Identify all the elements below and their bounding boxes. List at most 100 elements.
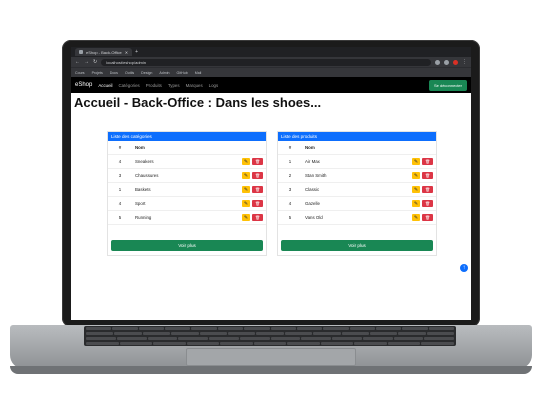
nav-link-types[interactable]: Types [168, 83, 180, 88]
browser-tab-bar: eShop - Back-Office ✕ + [71, 47, 471, 57]
column-header-name: Nom [305, 145, 315, 150]
pencil-icon[interactable]: ✎ [412, 186, 420, 193]
row-id: 4 [118, 159, 122, 164]
pencil-icon[interactable]: ✎ [412, 158, 420, 165]
see-more-button[interactable]: Voir plus [111, 240, 263, 251]
scroll-top-icon[interactable]: ↑ [460, 264, 468, 272]
pencil-icon[interactable]: ✎ [242, 172, 250, 179]
table-row: 5 Vans Old ✎ 🗑 [278, 211, 436, 225]
pencil-icon[interactable]: ✎ [412, 172, 420, 179]
nav-link-products[interactable]: Produits [146, 83, 162, 88]
table-row: 5 Running ✎ 🗑 [108, 211, 266, 225]
close-icon[interactable]: ✕ [125, 50, 128, 55]
row-name: Sneakers [135, 159, 154, 164]
row-id: 5 [288, 215, 292, 220]
favicon-icon [79, 50, 83, 54]
row-name: Baskets [135, 187, 151, 192]
bookmark-item[interactable]: Projets [92, 71, 103, 75]
reload-icon[interactable]: ↻ [93, 59, 97, 65]
products-card: Liste des produits # Nom 1 Air Max ✎ 🗑 2 … [277, 131, 437, 256]
bookmarks-bar: Cours Projets Docs Outils Design Admin G… [71, 67, 471, 77]
bookmark-item[interactable]: Outils [125, 71, 134, 75]
pencil-icon[interactable]: ✎ [242, 186, 250, 193]
row-id: 2 [288, 173, 292, 178]
trash-icon[interactable]: 🗑 [422, 186, 433, 193]
bookmark-item[interactable]: Design [141, 71, 152, 75]
row-id: 5 [118, 215, 122, 220]
row-name: Gazelle [305, 201, 320, 206]
trash-icon[interactable]: 🗑 [252, 200, 263, 207]
row-name: Air Max [305, 159, 320, 164]
extension-icon[interactable] [444, 59, 449, 65]
pencil-icon[interactable]: ✎ [412, 214, 420, 221]
forward-icon[interactable]: → [84, 59, 89, 65]
url-field[interactable]: localhost/eshop/admin [101, 58, 431, 66]
see-more-button[interactable]: Voir plus [281, 240, 433, 251]
table-row: 2 Stan Smith ✎ 🗑 [278, 169, 436, 183]
column-header-id: # [288, 145, 292, 150]
logout-button[interactable]: Se déconnecter [428, 79, 467, 91]
extension-icon[interactable] [435, 59, 440, 65]
row-id: 4 [118, 201, 122, 206]
page-title: Accueil - Back-Office : Dans les shoes..… [74, 95, 322, 110]
tab-title: eShop - Back-Office [86, 49, 122, 55]
laptop-keyboard [84, 326, 456, 346]
trash-icon[interactable]: 🗑 [422, 200, 433, 207]
laptop-base-edge [10, 366, 532, 374]
pencil-icon[interactable]: ✎ [242, 200, 250, 207]
pencil-icon[interactable]: ✎ [412, 200, 420, 207]
table-row: 1 Baskets ✎ 🗑 [108, 183, 266, 197]
nav-link-home[interactable]: Accueil [98, 83, 112, 88]
pencil-icon[interactable]: ✎ [242, 158, 250, 165]
address-bar: ← → ↻ localhost/eshop/admin ⋮ [71, 57, 471, 67]
column-header-id: # [118, 145, 122, 150]
profile-icon[interactable] [453, 59, 458, 65]
table-row: 4 Gazelle ✎ 🗑 [278, 197, 436, 211]
nav-link-logs[interactable]: Logs [209, 83, 219, 88]
laptop-trackpad [186, 348, 356, 366]
table-header: # Nom [278, 141, 436, 155]
bookmark-item[interactable]: Mail [195, 71, 202, 75]
card-header: Liste des produits [278, 132, 436, 141]
trash-icon[interactable]: 🗑 [252, 158, 263, 165]
trash-icon[interactable]: 🗑 [252, 214, 263, 221]
table-row: 3 Classic ✎ 🗑 [278, 183, 436, 197]
new-tab-icon[interactable]: + [135, 49, 138, 55]
row-name: Classic [305, 187, 320, 192]
table-row: 4 Sneakers ✎ 🗑 [108, 155, 266, 169]
browser-tab[interactable]: eShop - Back-Office ✕ [75, 48, 133, 56]
dashboard-cards: Liste des catégories # Nom 4 Sneakers ✎ 🗑… [107, 131, 437, 256]
brand-logo[interactable]: eShop [75, 82, 92, 88]
row-id: 4 [288, 201, 292, 206]
trash-icon[interactable]: 🗑 [252, 186, 263, 193]
row-name: Vans Old [305, 215, 323, 220]
menu-icon[interactable]: ⋮ [462, 59, 467, 65]
row-id: 1 [118, 187, 122, 192]
pencil-icon[interactable]: ✎ [242, 214, 250, 221]
nav-link-brands[interactable]: Marques [186, 83, 203, 88]
row-id: 3 [288, 187, 292, 192]
categories-card: Liste des catégories # Nom 4 Sneakers ✎ 🗑… [107, 131, 267, 256]
trash-icon[interactable]: 🗑 [252, 172, 263, 179]
row-name: Sport [135, 201, 146, 206]
row-name: Chaussures [135, 173, 159, 178]
row-id: 1 [288, 159, 292, 164]
bookmark-item[interactable]: Cours [75, 71, 85, 75]
bookmark-item[interactable]: Docs [110, 71, 118, 75]
trash-icon[interactable]: 🗑 [422, 172, 433, 179]
card-header: Liste des catégories [108, 132, 266, 141]
column-header-name: Nom [135, 145, 145, 150]
table-header: # Nom [108, 141, 266, 155]
bookmark-item[interactable]: GitHub [177, 71, 188, 75]
trash-icon[interactable]: 🗑 [422, 158, 433, 165]
table-row: 1 Air Max ✎ 🗑 [278, 155, 436, 169]
bookmark-item[interactable]: Admin [159, 71, 169, 75]
row-id: 3 [118, 173, 122, 178]
row-name: Running [135, 215, 152, 220]
site-navbar: eShop Accueil Catégories Produits Types … [71, 77, 471, 93]
screen: eShop - Back-Office ✕ + ← → ↻ localhost/… [71, 47, 471, 320]
row-name: Stan Smith [305, 173, 327, 178]
nav-link-categories[interactable]: Catégories [119, 83, 140, 88]
back-icon[interactable]: ← [75, 59, 80, 65]
trash-icon[interactable]: 🗑 [422, 214, 433, 221]
